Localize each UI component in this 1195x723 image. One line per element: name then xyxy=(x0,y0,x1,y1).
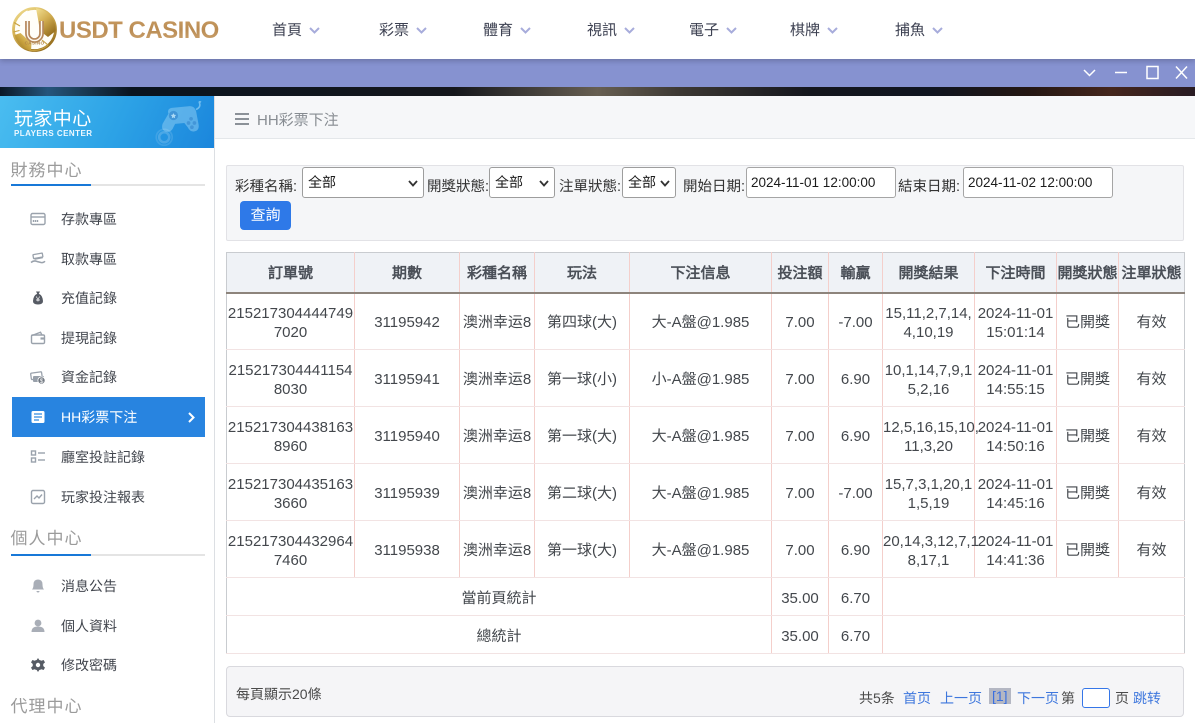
svg-text:CASINO: CASINO xyxy=(25,41,45,46)
svg-text:$: $ xyxy=(40,378,44,385)
